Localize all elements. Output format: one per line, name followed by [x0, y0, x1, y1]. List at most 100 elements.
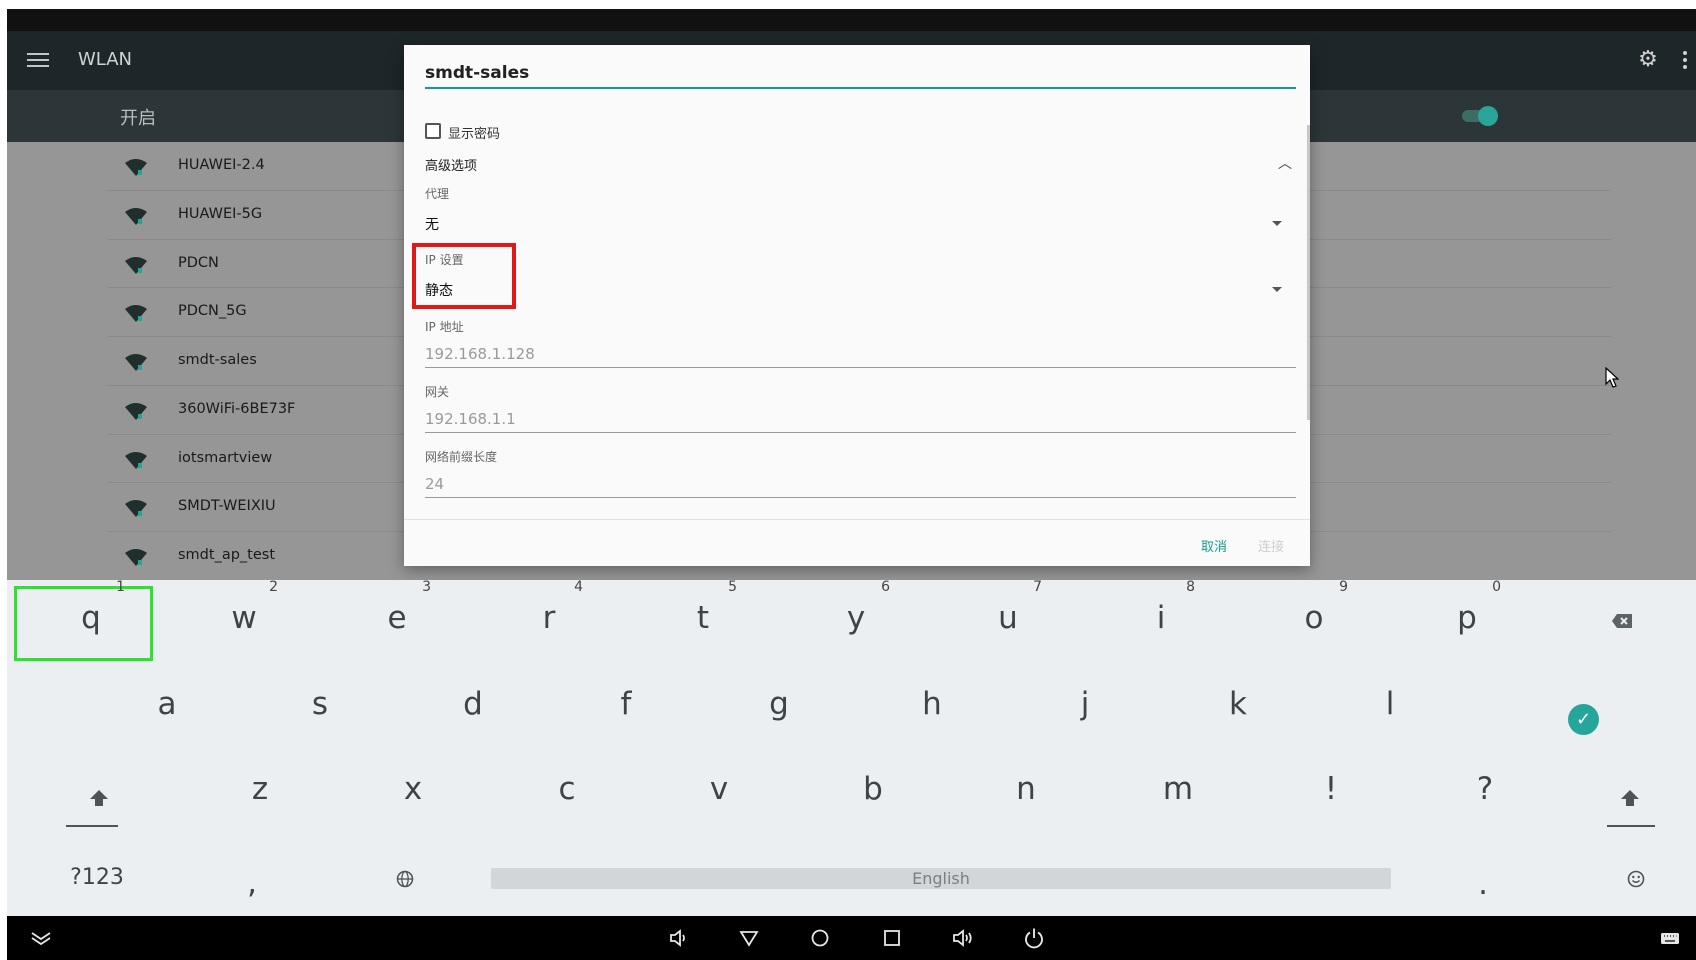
comma-key[interactable]: , — [242, 865, 262, 901]
symbols-key[interactable]: ?123 — [62, 864, 132, 892]
key-d[interactable]: d — [433, 686, 513, 722]
key-p[interactable]: p0 — [1427, 580, 1507, 636]
key-number-hint: 6 — [881, 579, 890, 595]
shift-left-icon[interactable] — [89, 789, 109, 807]
key-a[interactable]: a — [127, 686, 207, 722]
proxy-select[interactable]: 无 — [425, 214, 439, 234]
key-label: r — [542, 600, 556, 636]
network-name: PDCN_5G — [178, 303, 247, 320]
network-name: SMDT-WEIXIU — [178, 498, 276, 515]
key-label: i — [1156, 600, 1166, 636]
key-e[interactable]: e3 — [357, 580, 437, 636]
power-icon[interactable] — [1022, 926, 1046, 950]
soft-keyboard: ✓ ?123 , English . q1w2e3r4t5y6u7i8o9p0a… — [7, 580, 1696, 916]
prefix-length-label: 网络前缀长度 — [425, 450, 498, 464]
key-r[interactable]: r4 — [509, 580, 589, 636]
emoji-icon[interactable] — [1627, 870, 1645, 888]
shift-right-indicator — [1607, 825, 1655, 827]
cancel-button[interactable]: 取消 — [1201, 536, 1227, 555]
shift-right-icon[interactable] — [1620, 789, 1640, 807]
keyboard-icon[interactable] — [1658, 926, 1682, 950]
volume-down-icon[interactable] — [666, 926, 690, 950]
proxy-dropdown-arrow-icon[interactable] — [1272, 221, 1282, 226]
wifi-signal-icon — [125, 549, 147, 566]
key-l[interactable]: l — [1350, 686, 1430, 722]
key-u[interactable]: u7 — [968, 580, 1048, 636]
key-j[interactable]: j — [1045, 686, 1125, 722]
key-y[interactable]: y6 — [816, 580, 896, 636]
gear-icon[interactable]: ⚙ — [1636, 48, 1660, 72]
prefix-length-input[interactable] — [425, 472, 1296, 496]
period-key[interactable]: . — [1473, 866, 1493, 902]
show-password-checkbox[interactable] — [425, 123, 441, 139]
space-bar[interactable]: English — [491, 868, 1391, 889]
key-number-hint: 4 — [574, 579, 583, 595]
advanced-options-toggle[interactable]: 高级选项 — [425, 155, 477, 174]
key-t[interactable]: t5 — [663, 580, 743, 636]
wlan-switch-label: 开启 — [120, 108, 156, 129]
key-q[interactable]: q1 — [51, 580, 131, 636]
key-label: e — [387, 600, 407, 636]
page-title: WLAN — [78, 49, 133, 70]
wifi-config-dialog: smdt-sales 显示密码 高级选项 ︿ 代理 无 IP 设置 静态 IP … — [404, 45, 1310, 566]
show-password-label: 显示密码 — [448, 127, 501, 142]
wifi-signal-icon — [125, 402, 147, 420]
key-s[interactable]: s — [280, 686, 360, 722]
dialog-divider — [404, 519, 1310, 520]
key-g[interactable]: g — [739, 686, 819, 722]
network-name: smdt_ap_test — [178, 547, 276, 563]
chevron-up-icon[interactable]: ︿ — [1278, 153, 1292, 173]
wifi-signal-icon — [125, 305, 147, 323]
network-name: HUAWEI-2.4 — [178, 157, 265, 173]
ip-settings-dropdown-arrow-icon[interactable] — [1272, 287, 1282, 292]
hide-keyboard-icon[interactable] — [29, 926, 53, 950]
home-icon[interactable] — [808, 926, 832, 950]
key-o[interactable]: o9 — [1274, 580, 1354, 636]
connect-button[interactable]: 连接 — [1258, 536, 1284, 555]
key-n[interactable]: n — [986, 771, 1066, 807]
recents-icon[interactable] — [880, 926, 904, 950]
wifi-signal-icon — [125, 256, 147, 274]
key-c[interactable]: c — [527, 771, 607, 807]
overflow-menu-icon[interactable] — [1678, 48, 1692, 72]
back-icon[interactable] — [737, 926, 761, 950]
volume-up-icon[interactable] — [951, 926, 975, 950]
backspace-icon[interactable] — [1611, 613, 1633, 629]
network-name: smdt-sales — [178, 352, 257, 368]
key-question[interactable]: ? — [1445, 771, 1525, 807]
dialog-scrollbar[interactable] — [1307, 125, 1310, 420]
key-h[interactable]: h — [892, 686, 972, 722]
prefix-length-field[interactable] — [425, 472, 1296, 498]
key-x[interactable]: x — [373, 771, 453, 807]
ssid-field[interactable]: smdt-sales — [425, 63, 1296, 89]
wlan-toggle[interactable] — [1462, 106, 1498, 126]
key-number-hint: 0 — [1492, 579, 1501, 595]
key-b[interactable]: b — [833, 771, 913, 807]
key-label: o — [1304, 600, 1324, 636]
key-m[interactable]: m — [1138, 771, 1218, 807]
key-k[interactable]: k — [1198, 686, 1278, 722]
ip-address-field[interactable] — [425, 342, 1296, 368]
network-name: PDCN — [178, 254, 219, 271]
key-number-hint: 3 — [422, 579, 431, 595]
key-v[interactable]: v — [679, 771, 759, 807]
key-label: y — [846, 600, 866, 636]
key-exclamation[interactable]: ! — [1291, 771, 1371, 807]
wifi-signal-icon — [125, 500, 147, 518]
globe-icon[interactable] — [396, 870, 414, 888]
wifi-signal-icon — [125, 207, 147, 225]
ip-settings-select[interactable]: 静态 — [425, 280, 453, 300]
menu-icon[interactable] — [27, 49, 49, 71]
key-f[interactable]: f — [586, 686, 666, 722]
shift-left-indicator — [66, 825, 118, 827]
gateway-input[interactable] — [425, 407, 1296, 431]
key-w[interactable]: w2 — [204, 580, 284, 636]
key-z[interactable]: z — [220, 771, 300, 807]
key-label: p — [1457, 600, 1477, 636]
wifi-signal-icon — [125, 354, 147, 371]
key-i[interactable]: i8 — [1121, 580, 1201, 636]
navigation-bar — [7, 916, 1696, 960]
gateway-field[interactable] — [425, 407, 1296, 433]
ip-address-input[interactable] — [425, 342, 1296, 366]
enter-check-icon[interactable]: ✓ — [1568, 704, 1599, 735]
